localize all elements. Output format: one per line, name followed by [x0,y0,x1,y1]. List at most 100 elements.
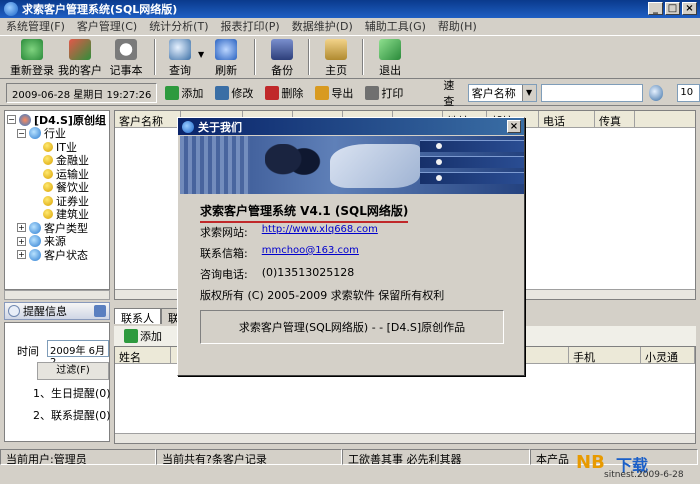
people-graphic [265,144,325,194]
quick-search-input[interactable] [540,83,643,102]
reminder-icon [8,305,20,317]
minimize-button[interactable]: _ [648,2,663,15]
col-phone[interactable]: 电话 [539,111,595,127]
delete-icon [265,85,280,100]
menu-help[interactable]: 帮助(H) [438,18,477,34]
watermark-url: sitnest.2009-6-28 [604,470,684,480]
menu-bar: 系统管理(F) 客户管理(C) 统计分析(T) 报表打印(P) 数据维护(D) … [0,18,700,34]
website-row: 求索网站: http://www.xlq668.com [200,224,378,240]
bulb-icon [43,195,53,206]
col-phs[interactable]: 小灵通 [641,347,695,363]
menu-tools[interactable]: 辅助工具(G) [365,18,426,34]
my-customers-button[interactable]: 我的客户 [56,36,104,78]
phone-row: 咨询电话: (0)13513025128 [200,266,354,282]
collapse-icon[interactable] [94,305,106,317]
close-button[interactable]: × [682,2,697,15]
col-fax[interactable]: 传真 [595,111,635,127]
edit-button[interactable]: 修改 [211,85,257,101]
globe-icon [29,221,41,234]
print-button[interactable]: 打印 [361,85,407,101]
menu-system[interactable]: 系统管理(F) [6,18,65,34]
exit-icon [379,39,402,60]
email-link[interactable]: mmchoo@163.com [262,245,359,261]
window-title: 求索客户管理系统(SQL网络版) [22,3,178,16]
add-contact-button[interactable]: 添加 [120,328,166,344]
website-link[interactable]: http://www.xlq668.com [262,224,378,240]
notebook-button[interactable]: 记事本 [104,36,148,78]
banner-dot [436,143,442,149]
credits-box: 求索客户管理(SQL网络版) - - [D4.S]原创作品 [200,310,504,344]
edit-icon [215,85,230,100]
menu-report[interactable]: 报表打印(P) [221,18,280,34]
banner-dot [436,159,442,165]
toolbar-separator [254,39,257,75]
home-button[interactable]: 主页 [316,36,356,78]
search-field-select[interactable]: 客户名称 ▼ [467,83,537,102]
email-row: 联系信箱: mmchoo@163.com [200,245,359,261]
reminder-header[interactable]: 提醒信息 [4,302,110,320]
refresh-button[interactable]: 刷新 [204,36,248,78]
group-icon [19,113,31,126]
add-icon [165,85,180,100]
main-toolbar: 重新登录 我的客户 记事本 查询 ▼ 刷新 备份 主页 退出 [0,35,700,79]
banner-dot [436,175,442,181]
menu-customer[interactable]: 客户管理(C) [77,18,137,34]
chevron-down-icon: ▼ [521,84,536,101]
bulb-icon [43,168,53,179]
print-icon [365,85,380,100]
about-dialog: 关于我们 × 求索客户管理系统 V4.1 (SQL网络版) 求索网站: http… [177,117,525,376]
globe-icon [29,248,41,261]
tree-scrollbar[interactable] [4,290,110,300]
category-tree: − [D4.S]原创组 − 行业 IT业 金融业 运输业 餐饮业 证券业 建筑业 +… [4,110,110,290]
toolbar-separator [362,39,365,75]
add-button[interactable]: 添加 [161,85,207,101]
status-motto: 工欲善其事 必先利其器 [342,449,530,465]
menu-data[interactable]: 数据维护(D) [292,18,353,34]
product-heading: 求索客户管理系统 V4.1 (SQL网络版) [200,202,409,223]
menu-stats[interactable]: 统计分析(T) [149,18,208,34]
quick-search-label: 速查 [443,78,455,108]
action-toolbar: 2009-06-28 星期日 19:27:26 添加 修改 删除 导出 打印 速… [0,78,700,108]
export-button[interactable]: 导出 [311,85,357,101]
bulb-icon [43,182,53,193]
contact-reminder[interactable]: 2、联系提醒(0) [33,407,111,423]
dialog-close-button[interactable]: × [507,120,521,133]
search-button[interactable]: 查询 [162,36,198,78]
col-mobile[interactable]: 手机 [569,347,641,363]
search-icon [169,39,191,60]
col-name[interactable]: 姓名 [115,347,171,363]
dialog-title: 关于我们 [198,120,242,134]
backup-icon [271,39,294,60]
dialog-banner-image [180,136,524,194]
birthday-reminder[interactable]: 1、生日提醒(0) [33,385,111,401]
phone-value: (0)13513025128 [261,266,355,279]
relogin-button[interactable]: 重新登录 [8,36,56,78]
add-icon [124,329,138,343]
watermark-logo: NB [576,452,605,473]
time-label: 时间 [17,345,39,358]
building-graphic [180,136,250,194]
filter-button[interactable]: 过滤(F) [37,362,109,380]
website-label: 求索网站: [200,226,248,239]
email-label: 联系信箱: [200,247,248,260]
reminder-date-input[interactable]: 2009年 6月2 [47,340,109,368]
export-icon [315,85,330,100]
phone-label: 咨询电话: [200,268,248,281]
dialog-icon [182,120,194,133]
bulb-icon [43,141,53,152]
delete-button[interactable]: 删除 [261,85,307,101]
exit-button[interactable]: 退出 [370,36,410,78]
copyright-text: 版权所有 (C) 2005-2009 求索软件 保留所有权利 [200,289,445,302]
tab-contacts[interactable]: 联系人 [114,308,161,325]
maximize-button[interactable]: □ [665,2,680,15]
app-icon [4,2,18,16]
tree-status[interactable]: + 客户状态 [7,248,109,262]
backup-button[interactable]: 备份 [262,36,302,78]
search-icon[interactable] [648,84,664,101]
contact-scrollbar[interactable] [115,433,695,443]
datetime-display: 2009-06-28 星期日 19:27:26 [6,82,158,103]
status-count: 当前共有?条客户记录 [156,449,342,465]
page-size-input[interactable]: 10 [677,83,700,102]
col-customer-name[interactable]: 客户名称 [115,111,181,127]
relogin-icon [21,39,43,60]
